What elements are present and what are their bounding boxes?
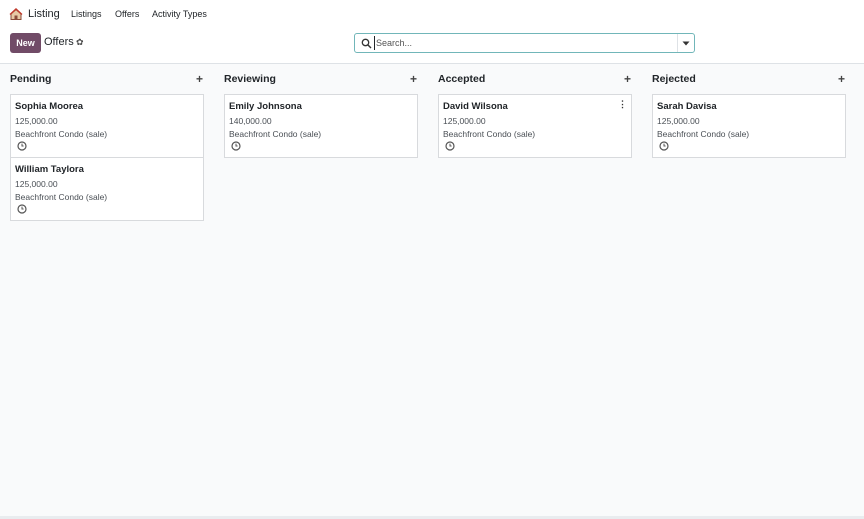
- card-property: Beachfront Condo (sale): [229, 129, 322, 139]
- column-title[interactable]: Pending: [10, 73, 51, 85]
- search-options-toggle[interactable]: [677, 34, 694, 52]
- clock-icon[interactable]: [659, 141, 669, 151]
- clock-icon[interactable]: [17, 204, 27, 214]
- card-partner-name: David Wilsona: [443, 101, 508, 112]
- new-button[interactable]: New: [10, 33, 41, 53]
- app-name[interactable]: Listing: [28, 8, 60, 20]
- kanban-card[interactable]: William Taylora 125,000.00 Beachfront Cond…: [10, 157, 204, 221]
- column-header-pending: Pending +: [10, 72, 205, 86]
- plus-icon[interactable]: +: [624, 72, 631, 86]
- card-price: 125,000.00: [443, 116, 486, 126]
- card-price: 125,000.00: [15, 116, 58, 126]
- card-property: Beachfront Condo (sale): [443, 129, 536, 139]
- clock-icon[interactable]: [17, 141, 27, 151]
- plus-icon[interactable]: +: [410, 72, 417, 86]
- search-input[interactable]: [374, 36, 670, 50]
- kanban-card[interactable]: David Wilsona 125,000.00 Beachfront Condo …: [438, 94, 632, 158]
- menu-activity-types[interactable]: Activity Types: [152, 9, 207, 19]
- card-partner-name: William Taylora: [15, 164, 84, 175]
- column-title[interactable]: Accepted: [438, 73, 485, 85]
- search-icon: [361, 38, 372, 49]
- card-price: 125,000.00: [657, 116, 700, 126]
- menu-listings[interactable]: Listings: [71, 9, 102, 19]
- card-property: Beachfront Condo (sale): [657, 129, 750, 139]
- menu-offers[interactable]: Offers: [115, 9, 139, 19]
- kanban-card[interactable]: Emily Johnsona 140,000.00 Beachfront Condo…: [224, 94, 418, 158]
- clock-icon[interactable]: [231, 141, 241, 151]
- search-bar: [354, 33, 695, 53]
- plus-icon[interactable]: +: [838, 72, 845, 86]
- top-navbar: Listing Listings Offers Activity Types: [0, 0, 864, 28]
- kanban-card[interactable]: Sarah Davisa 125,000.00 Beachfront Condo (…: [652, 94, 846, 158]
- card-price: 140,000.00: [229, 116, 272, 126]
- house-icon[interactable]: [9, 7, 23, 21]
- column-header-rejected: Rejected +: [652, 72, 847, 86]
- card-property: Beachfront Condo (sale): [15, 192, 108, 202]
- card-partner-name: Sarah Davisa: [657, 101, 717, 112]
- control-panel: New Offers ✿: [0, 28, 864, 64]
- plus-icon[interactable]: +: [196, 72, 203, 86]
- column-header-reviewing: Reviewing +: [224, 72, 419, 86]
- card-partner-name: Emily Johnsona: [229, 101, 302, 112]
- caret-down-icon: [682, 41, 690, 45]
- column-title[interactable]: Reviewing: [224, 73, 276, 85]
- page-title: Offers: [44, 36, 74, 48]
- card-property: Beachfront Condo (sale): [15, 129, 108, 139]
- gear-icon[interactable]: ✿: [76, 37, 84, 48]
- column-title[interactable]: Rejected: [652, 73, 696, 85]
- kebab-menu-icon[interactable]: ⋮: [618, 99, 627, 110]
- clock-icon[interactable]: [445, 141, 455, 151]
- card-price: 125,000.00: [15, 179, 58, 189]
- column-header-accepted: Accepted +: [438, 72, 633, 86]
- kanban-card[interactable]: Sophia Moorea 125,000.00 Beachfront Condo …: [10, 94, 204, 158]
- card-partner-name: Sophia Moorea: [15, 101, 84, 112]
